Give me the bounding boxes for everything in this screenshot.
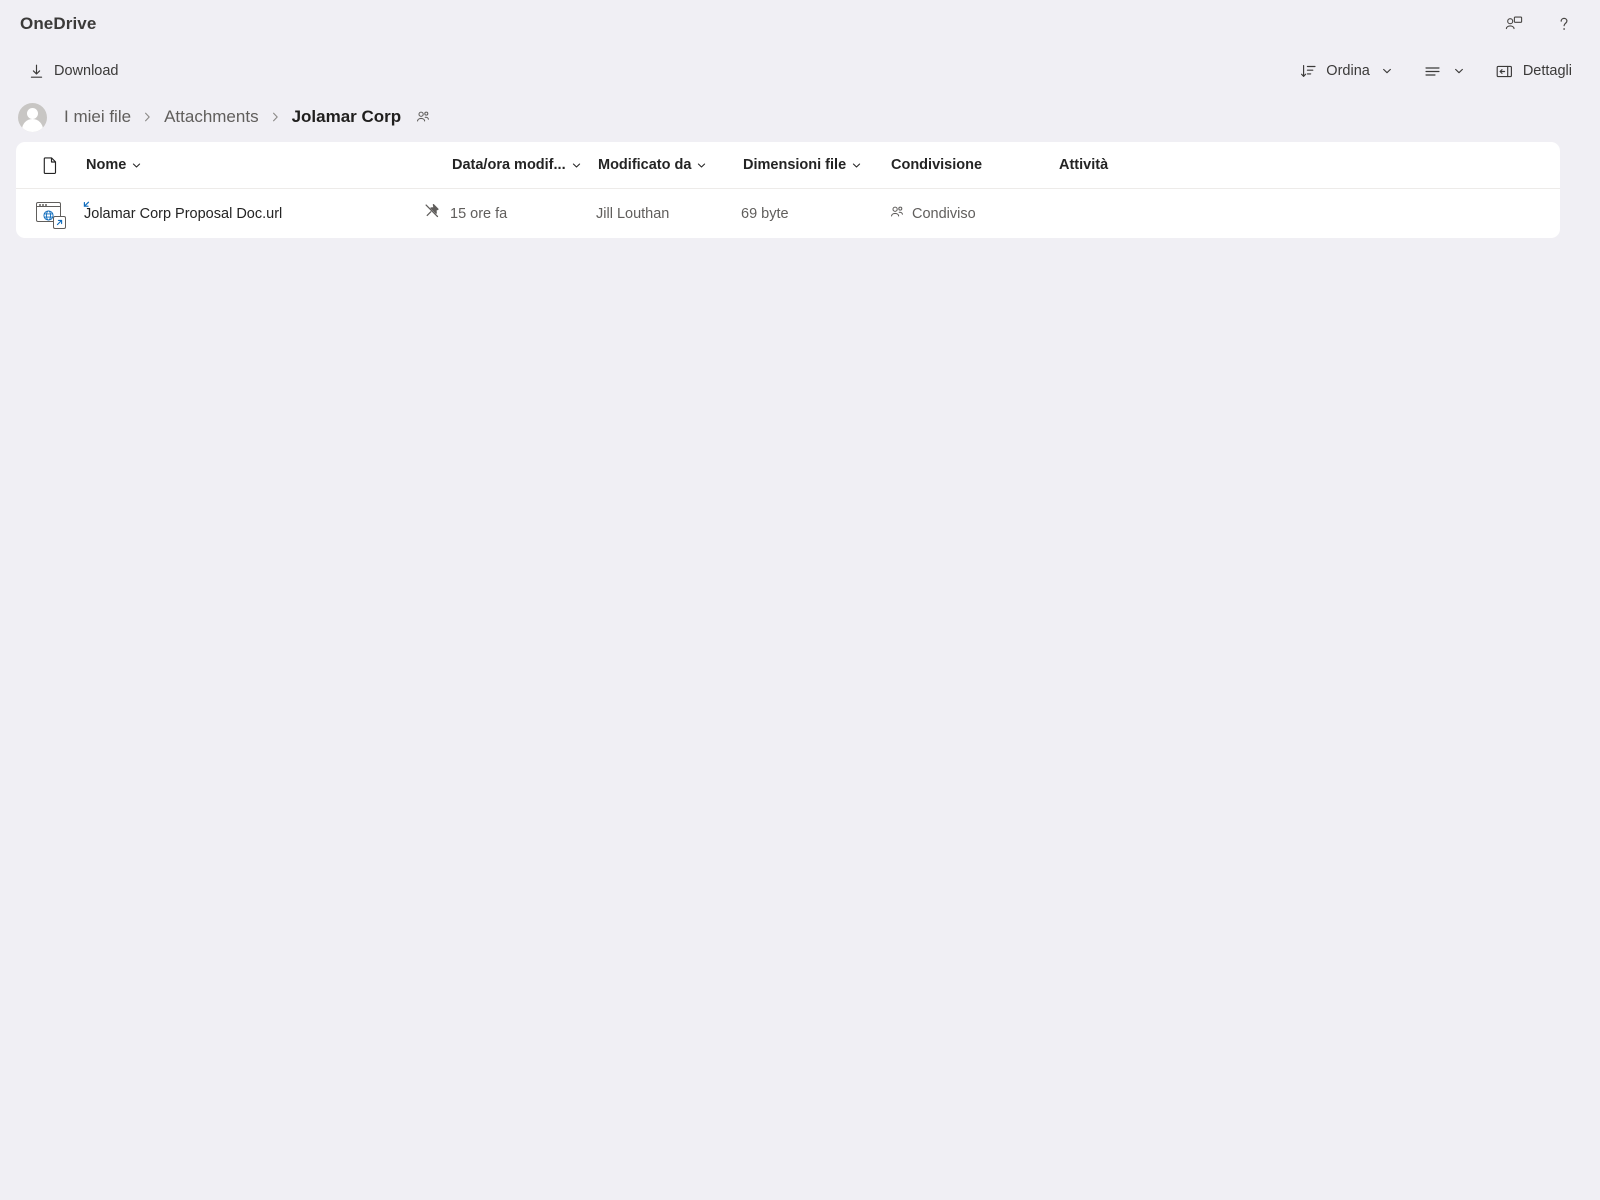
download-button[interactable]: Download	[18, 54, 129, 88]
breadcrumb: I miei file Attachments Jolamar Corp	[0, 94, 1600, 140]
file-size-cell: 69 byte	[741, 205, 889, 223]
url-shortcut-icon	[35, 200, 66, 229]
shared-people-icon	[415, 109, 431, 125]
column-header-sharing-label: Condivisione	[891, 157, 983, 173]
column-header-modified-by-cell: Modificato da	[596, 153, 741, 177]
breadcrumb-separator	[142, 111, 153, 123]
details-panel-icon	[1495, 63, 1514, 80]
sharing-status-label: Condiviso	[912, 205, 976, 222]
file-date-label: 15 ore fa	[450, 205, 508, 222]
avatar-head	[27, 107, 38, 119]
chevron-down-icon	[131, 160, 142, 171]
shared-people-icon	[889, 204, 905, 224]
shortcut-badge-icon	[53, 215, 66, 229]
sort-label: Ordina	[1326, 63, 1370, 79]
avatar-body	[22, 118, 43, 132]
list-view-icon	[1423, 63, 1442, 80]
breadcrumb-item-jolamar-corp: Jolamar Corp	[291, 107, 402, 126]
sort-icon	[1300, 63, 1317, 80]
pin-cell[interactable]	[414, 202, 450, 225]
header-actions	[1496, 6, 1582, 42]
download-label: Download	[54, 63, 119, 79]
breadcrumb-item-attachments[interactable]: Attachments	[160, 105, 263, 129]
avatar[interactable]	[18, 102, 47, 132]
column-header-file-size-label: Dimensioni file	[743, 157, 847, 173]
column-header-date-modified[interactable]: Data/ora modif...	[450, 153, 596, 177]
sort-button[interactable]: Ordina	[1290, 54, 1403, 88]
file-name-label: Jolamar Corp Proposal Doc.url	[84, 205, 283, 222]
pin-icon[interactable]	[423, 202, 441, 225]
app-header: OneDrive	[0, 0, 1600, 48]
column-header-name-cell: Nome	[84, 153, 414, 177]
chevron-down-icon	[571, 160, 582, 171]
app-brand-title: OneDrive	[20, 14, 97, 33]
breadcrumb-separator	[270, 111, 281, 123]
column-header-modified-by[interactable]: Modificato da	[596, 153, 741, 177]
download-icon	[28, 63, 45, 80]
breadcrumb-item-my-files[interactable]: I miei file	[60, 105, 135, 129]
chevron-down-icon	[1453, 65, 1465, 77]
details-label: Dettagli	[1522, 63, 1572, 79]
chevron-down-icon	[1381, 65, 1393, 77]
details-button[interactable]: Dettagli	[1485, 54, 1582, 88]
file-size-label: 69 byte	[741, 205, 789, 222]
file-modified-by-cell: Jill Louthan	[596, 205, 741, 223]
file-sharing-cell[interactable]: Condiviso	[889, 204, 1057, 224]
help-icon[interactable]	[1546, 6, 1582, 42]
chevron-down-icon	[696, 160, 707, 171]
column-header-activity-label: Attività	[1059, 157, 1109, 173]
column-header-sharing[interactable]: Condivisione	[889, 153, 1057, 177]
column-header-date-label: Data/ora modif...	[452, 157, 566, 173]
column-header-date-cell: Data/ora modif...	[450, 153, 596, 177]
file-list-card: Nome Data/ora modif... Modificato da Dim…	[16, 142, 1560, 238]
file-list-header: Nome Data/ora modif... Modificato da Dim…	[16, 142, 1560, 189]
view-options-button[interactable]	[1413, 54, 1475, 88]
command-bar-right: Ordina Dettagli	[1280, 54, 1582, 88]
column-header-sharing-cell: Condivisione	[889, 153, 1057, 177]
column-header-activity[interactable]: Attività	[1057, 153, 1177, 177]
column-header-size-cell: Dimensioni file	[741, 153, 889, 177]
chevron-down-icon	[851, 160, 862, 171]
column-header-name[interactable]: Nome	[84, 153, 144, 177]
file-type-icon-cell	[16, 200, 84, 229]
column-header-file-size[interactable]: Dimensioni file	[741, 153, 889, 177]
feedback-icon[interactable]	[1496, 6, 1532, 42]
command-bar: Download Ordina Dettagli	[0, 48, 1600, 94]
file-date-cell: 15 ore fa	[450, 205, 596, 223]
file-name-cell[interactable]: Jolamar Corp Proposal Doc.url	[83, 201, 414, 222]
column-header-activity-cell: Attività	[1057, 153, 1177, 177]
sharing-status[interactable]: Condiviso	[889, 204, 1057, 224]
file-modified-by-label: Jill Louthan	[596, 205, 670, 222]
column-header-filetype[interactable]	[16, 156, 84, 175]
command-bar-left: Download	[18, 54, 129, 88]
table-row[interactable]: Jolamar Corp Proposal Doc.url 15 ore fa …	[16, 189, 1560, 238]
column-header-modified-by-label: Modificato da	[598, 157, 692, 173]
column-header-name-label: Nome	[86, 157, 127, 173]
